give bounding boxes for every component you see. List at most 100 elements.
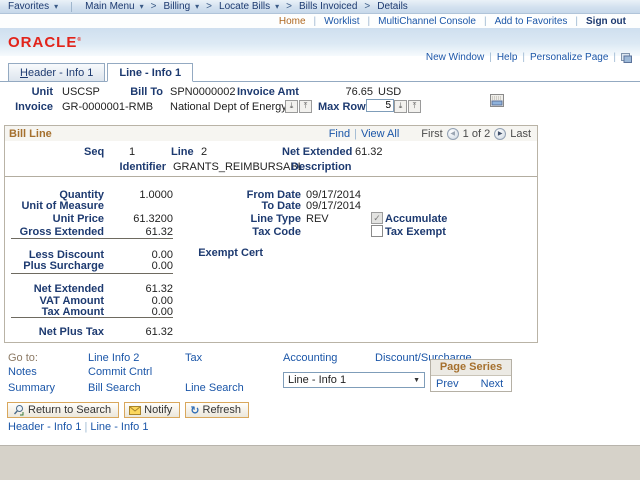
bill-search-link[interactable]: Bill Search [88, 382, 141, 394]
page-links: New Window | Help | Personalize Page | [426, 52, 632, 63]
tax-exempt-checkbox[interactable]: ✓ [371, 225, 383, 237]
line-type-value: REV [306, 213, 329, 225]
add-to-favorites-link[interactable]: Add to Favorites [495, 16, 568, 27]
view-all-link[interactable]: View All [361, 128, 399, 140]
previous-row-icon[interactable]: ◀ [447, 128, 459, 140]
footer-line-info-link[interactable]: Line - Info 1 [90, 421, 148, 433]
max-rows-input[interactable] [366, 99, 394, 112]
scroll-to-top-button[interactable]: ⤒ [299, 100, 312, 113]
scroll-to-bottom-button[interactable]: ⤓ [285, 100, 298, 113]
net-extended2-value: 61.32 [105, 283, 173, 295]
check-icon: ✓ [373, 213, 381, 223]
prev-page-link[interactable]: Prev [436, 378, 459, 390]
exempt-cert-label: Exempt Cert [159, 247, 263, 259]
sign-out-link[interactable]: Sign out [586, 16, 626, 27]
line-info-2-link[interactable]: Line Info 2 [88, 352, 139, 364]
fetch-next-rows-button[interactable]: ⤓ [394, 100, 407, 113]
utility-bar: Home | Worklist | MultiChannel Console |… [0, 14, 640, 28]
pager-last-label[interactable]: Last [510, 128, 531, 140]
bill-line-groupbox: Bill Line Find | View All First ◀ 1 of 2… [4, 125, 538, 343]
dropdown-arrow-icon: ▾ [140, 2, 144, 11]
notes-link[interactable]: Notes [8, 366, 37, 378]
footer-tab-links: Header - Info 1 | Line - Info 1 [8, 421, 148, 433]
tab-line-info-1[interactable]: Line - Info 1 [107, 63, 193, 82]
net-plus-tax-value: 61.32 [105, 326, 173, 338]
next-row-icon[interactable]: ▶ [494, 128, 506, 140]
oracle-logo: ORACLE® [8, 34, 82, 51]
dropdown-arrow-icon: ▾ [195, 2, 199, 11]
net-extended2-label: Net Extended [5, 283, 104, 295]
favorites-menu[interactable]: Favorites [8, 1, 49, 12]
breadcrumb-separator: > [206, 1, 212, 12]
return-to-search-button[interactable]: Return to Search [7, 402, 119, 418]
tab-header-info-1[interactable]: Header - Info 1 [8, 63, 105, 81]
head-separator: | [354, 128, 357, 140]
personalize-page-link[interactable]: Personalize Page [530, 52, 608, 63]
max-rows-label: Max Rows [318, 101, 362, 113]
home-link[interactable]: Home [279, 16, 306, 27]
breadcrumb-locate-bills[interactable]: Locate Bills [219, 1, 270, 12]
tab-bar: Header - Info 1 Line - Info 1 [0, 63, 640, 82]
tab-access-key: H [20, 67, 28, 79]
bill-summary-icon[interactable] [489, 93, 505, 108]
amount-divider [11, 238, 173, 239]
breadcrumb-bills-invoiced[interactable]: Bills Invoiced [299, 1, 357, 12]
toolbar: Return to Search Notify ↻ Refresh [7, 402, 249, 418]
dropdown-arrow-icon: ▾ [54, 2, 58, 11]
section-divider [5, 176, 537, 177]
currency-code: USD [378, 86, 401, 98]
invoice-amt-label: Invoice Amt [237, 86, 297, 98]
breadcrumb-divider [71, 2, 72, 12]
seq-label: Seq [84, 146, 104, 158]
fetch-all-rows-button[interactable]: ⤒ [408, 100, 421, 113]
search-return-icon [12, 404, 25, 416]
line-search-link[interactable]: Line Search [185, 382, 244, 394]
bill-line-header: Bill Line Find | View All First ◀ 1 of 2… [5, 126, 537, 141]
tab-label: eader - Info 1 [28, 67, 93, 79]
plus-surcharge-value: 0.00 [105, 260, 173, 272]
accumulate-checkbox[interactable]: ✓ [371, 212, 383, 224]
footer-header-info-link[interactable]: Header - Info 1 [8, 421, 81, 433]
dropdown-arrow-icon: ▾ [275, 2, 279, 11]
summary-link[interactable]: Summary [8, 382, 55, 394]
go-to-label: Go to: [8, 352, 38, 364]
utility-separator: | [484, 16, 487, 27]
net-extended-label: Net Extended [282, 146, 352, 158]
unit-label: Unit [8, 86, 53, 98]
dropdown-value: Line - Info 1 [288, 374, 346, 386]
bill-to-value: SPN0000002 [170, 86, 235, 98]
customer-name: National Dept of Energy [170, 101, 287, 113]
button-label: Return to Search [28, 404, 111, 416]
page-navigation-dropdown[interactable]: Line - Info 1 ▼ [283, 372, 425, 388]
utility-separator: | [368, 16, 371, 27]
tax-link[interactable]: Tax [185, 352, 202, 364]
utility-separator: | [575, 16, 578, 27]
new-window-link[interactable]: New Window [426, 52, 484, 63]
accounting-link[interactable]: Accounting [283, 352, 337, 364]
page: Favorites ▾ Main Menu ▾ > Billing ▾ > Lo… [0, 0, 640, 480]
unit-price-label: Unit Price [5, 213, 104, 225]
commit-cntrl-link[interactable]: Commit Cntrl [88, 366, 152, 378]
breadcrumb-billing[interactable]: Billing [163, 1, 190, 12]
button-label: Refresh [203, 404, 242, 416]
to-date-value: 09/17/2014 [306, 200, 361, 212]
find-link[interactable]: Find [329, 128, 350, 140]
multichannel-console-link[interactable]: MultiChannel Console [378, 16, 476, 27]
main-menu[interactable]: Main Menu [85, 1, 134, 12]
copy-url-icon[interactable] [621, 53, 632, 63]
pager-position: 1 of 2 [463, 128, 491, 140]
page-series-box: Page Series Prev Next [430, 359, 512, 392]
refresh-button[interactable]: ↻ Refresh [185, 402, 249, 418]
notify-button[interactable]: Notify [124, 402, 180, 418]
identifier-label: Identifier [105, 161, 166, 173]
bill-to-label: Bill To [118, 86, 163, 98]
page-links-separator: | [613, 52, 616, 63]
unit-value: USCSP [62, 86, 100, 98]
breadcrumb-details: Details [377, 1, 408, 12]
tax-code-label: Tax Code [159, 226, 301, 238]
footer-separator: | [84, 421, 87, 433]
next-page-link[interactable]: Next [481, 378, 504, 390]
help-link[interactable]: Help [497, 52, 518, 63]
line-label: Line [171, 146, 194, 158]
worklist-link[interactable]: Worklist [324, 16, 359, 27]
